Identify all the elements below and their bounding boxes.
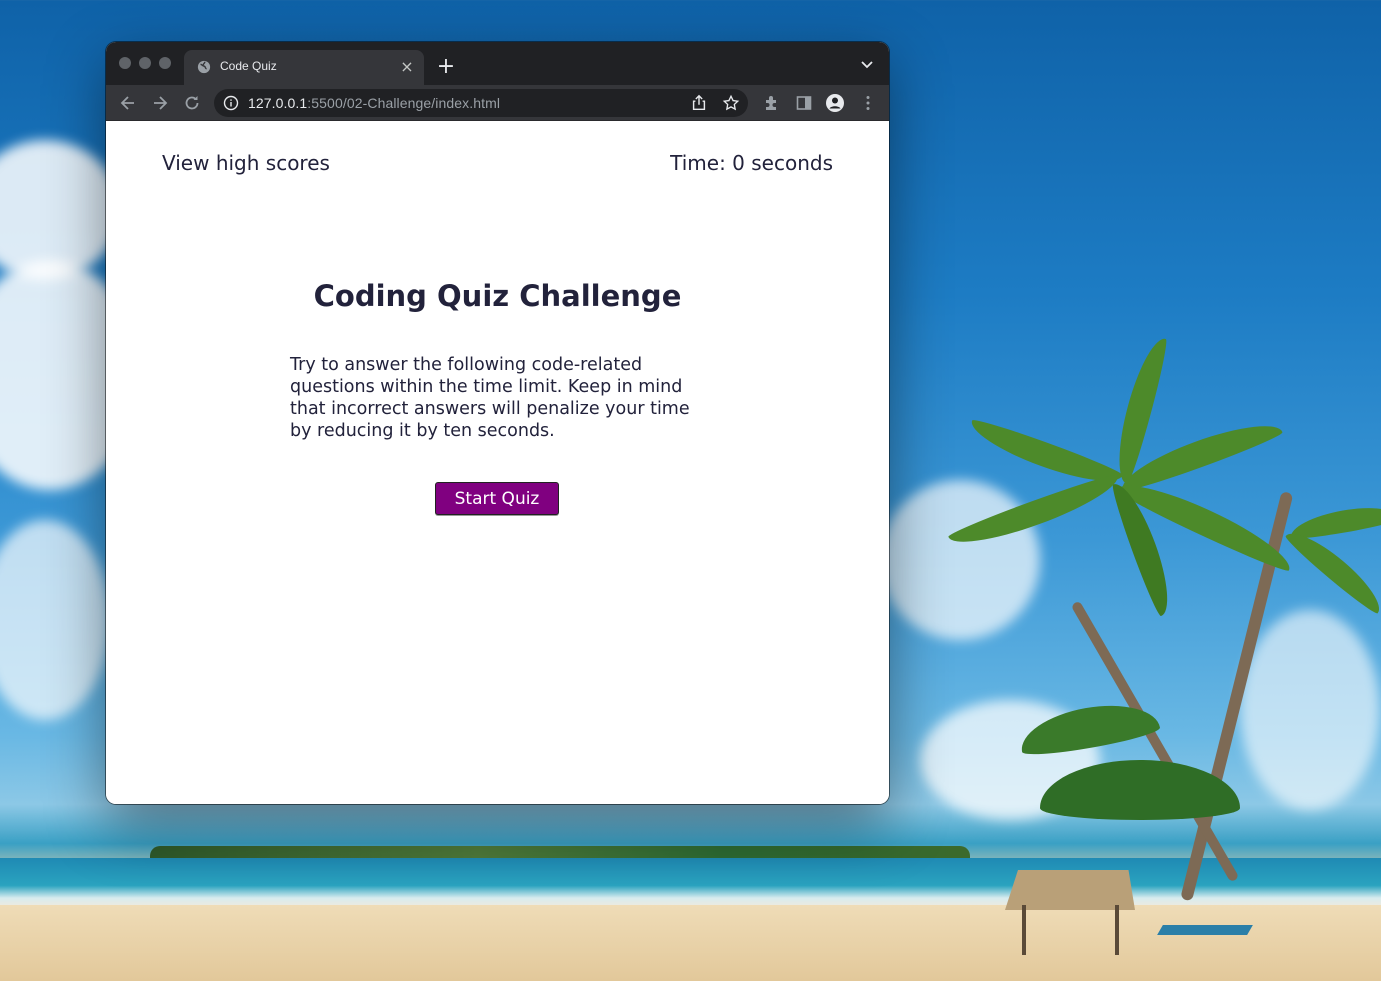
- sea: [0, 858, 1381, 908]
- browser-window: Code Quiz × + 127.0.0.1:5500/02-Challeng…: [106, 42, 889, 804]
- reload-icon[interactable]: [182, 93, 202, 113]
- chevron-down-icon[interactable]: [859, 56, 875, 72]
- info-icon[interactable]: [223, 95, 239, 111]
- plus-icon[interactable]: +: [434, 55, 458, 79]
- start-quiz-button[interactable]: Start Quiz: [435, 482, 559, 515]
- url-host: 127.0.0.1: [248, 95, 308, 111]
- tab-strip: Code Quiz × +: [106, 42, 889, 85]
- cloud: [0, 140, 120, 280]
- tab-code-quiz[interactable]: Code Quiz ×: [184, 50, 424, 85]
- profile-icon[interactable]: [825, 93, 845, 113]
- beach-hut-roof: [1005, 870, 1135, 910]
- address-bar[interactable]: 127.0.0.1:5500/02-Challenge/index.html: [214, 89, 748, 117]
- window-close-control[interactable]: [119, 57, 131, 69]
- beach-hut-post: [1022, 905, 1026, 955]
- share-icon[interactable]: [690, 94, 708, 112]
- url-path: :5500/02-Challenge/index.html: [307, 95, 501, 111]
- side-panel-icon[interactable]: [794, 93, 814, 113]
- star-icon[interactable]: [722, 94, 740, 112]
- quiz-instructions: Try to answer the following code-related…: [290, 355, 690, 441]
- beach-lounger: [1157, 925, 1253, 935]
- cloud: [1240, 610, 1380, 810]
- close-icon[interactable]: ×: [398, 58, 416, 76]
- back-arrow-icon[interactable]: [118, 93, 138, 113]
- cloud: [880, 480, 1040, 640]
- more-vert-icon[interactable]: [858, 93, 878, 113]
- globe-icon: [197, 60, 211, 74]
- tab-title: Code Quiz: [220, 59, 277, 73]
- url-text[interactable]: 127.0.0.1:5500/02-Challenge/index.html: [248, 95, 500, 111]
- extensions-icon[interactable]: [762, 93, 782, 113]
- window-minimize-control[interactable]: [139, 57, 151, 69]
- window-maximize-control[interactable]: [159, 57, 171, 69]
- sand: [0, 905, 1381, 981]
- view-high-scores-link[interactable]: View high scores: [162, 151, 330, 175]
- browser-toolbar: 127.0.0.1:5500/02-Challenge/index.html: [106, 85, 889, 121]
- beach-hut-post: [1115, 905, 1119, 955]
- page-viewport: View high scores Time: 0 seconds Coding …: [106, 121, 889, 804]
- forward-arrow-icon[interactable]: [150, 93, 170, 113]
- page-title: Coding Quiz Challenge: [313, 279, 682, 313]
- palm-leaf: [1282, 522, 1381, 617]
- cloud: [0, 520, 110, 720]
- timer-display: Time: 0 seconds: [670, 151, 833, 175]
